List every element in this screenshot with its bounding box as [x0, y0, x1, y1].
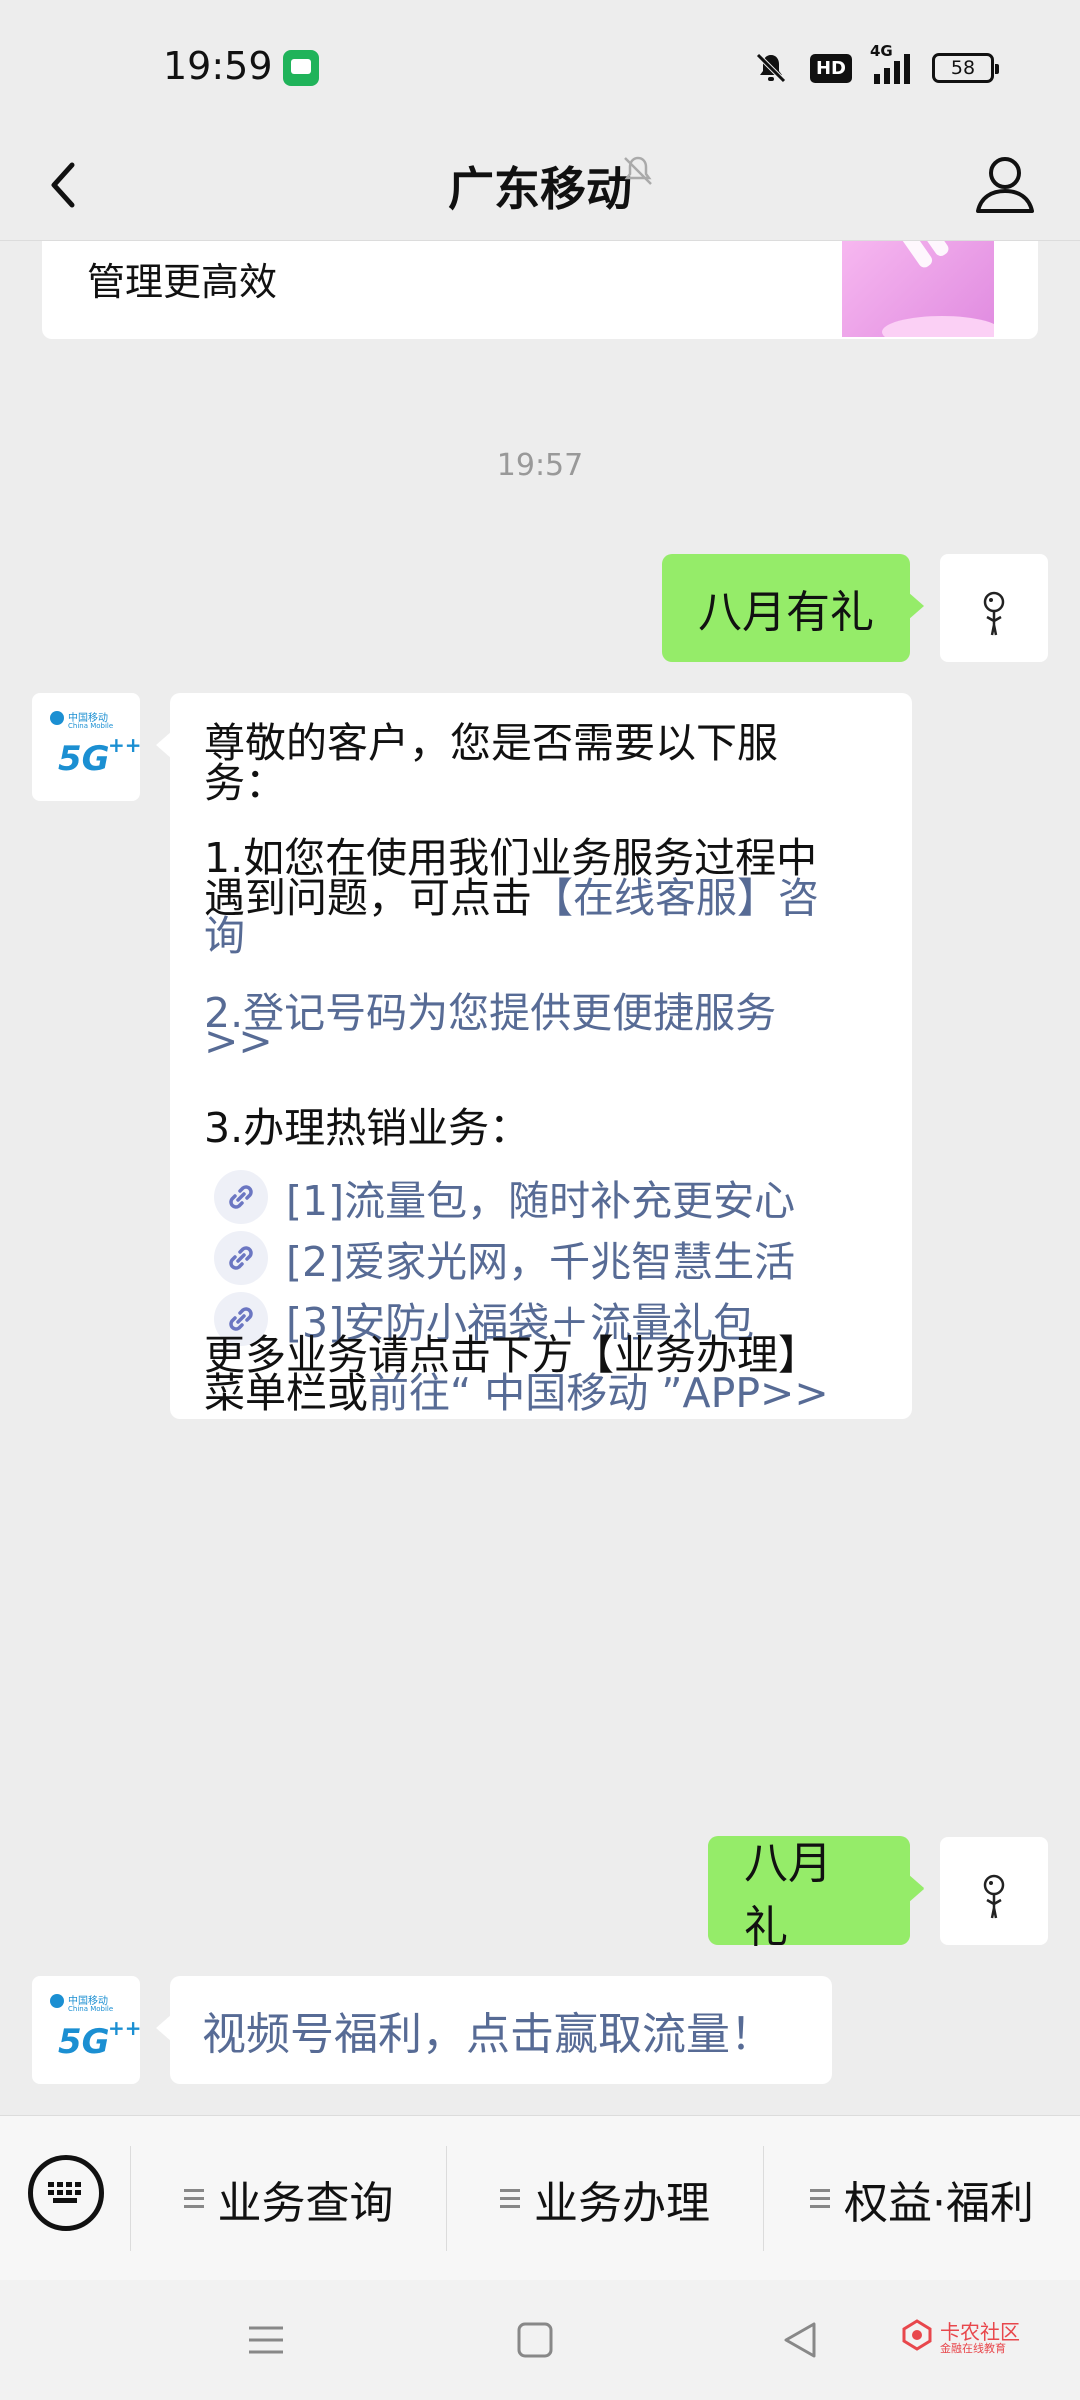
message-text: 菜单栏或	[204, 1369, 368, 1417]
person-icon	[976, 157, 1034, 213]
article-thumbnail	[842, 241, 994, 337]
message-notification-icon	[283, 50, 319, 86]
profile-button[interactable]	[970, 149, 1040, 219]
online-service-link[interactable]: 询	[204, 902, 245, 962]
china-mobile-5g-logo: 中国移动 China Mobile 5G ++	[32, 693, 142, 801]
menu-item-label: 业务查询	[217, 2177, 394, 2229]
message-line: 务：	[204, 759, 286, 807]
menu-lines-icon	[810, 2189, 830, 2208]
watermark-sub: 金融在线教育	[940, 2342, 1006, 2355]
recent-apps-button[interactable]	[246, 2320, 286, 2364]
keyboard-icon	[48, 2182, 81, 2203]
menu-item-label: 业务办理	[534, 2177, 710, 2229]
menu-item-business-query[interactable]: 业务查询	[131, 2116, 446, 2281]
sent-message-bubble[interactable]: 八月有礼	[662, 554, 924, 662]
cmcc-avatar[interactable]: 中国移动 China Mobile 5G ++	[32, 693, 142, 801]
register-number-link[interactable]: >>	[204, 1017, 273, 1065]
hd-voice-icon: HD	[809, 53, 852, 83]
message-text: 八月有礼	[698, 587, 874, 638]
keyboard-toggle-button[interactable]	[28, 2155, 104, 2231]
cmcc-avatar[interactable]: 中国移动 China Mobile 5G ++	[32, 1976, 142, 2084]
back-nav-button[interactable]	[780, 2320, 820, 2364]
chat-timestamp: 19:57	[496, 448, 584, 483]
article-card-text: 管理更高效	[87, 260, 278, 304]
received-message-bubble[interactable]: 尊敬的客户，您是否需要以下服 务： 1.如您在使用我们业务服务过程中 遇到问题，…	[156, 693, 912, 1419]
mute-notification-icon	[620, 153, 656, 193]
status-bar: 19:59 HD 4G 58	[0, 0, 1080, 135]
sent-message-bubble[interactable]: 八月礼	[708, 1837, 924, 1953]
online-service-link[interactable]: 【在线客服】咨	[532, 874, 819, 922]
system-nav-bar: 卡农社区 金融在线教育	[0, 2280, 1080, 2400]
message-line: 3.办理热销业务：	[204, 1104, 531, 1152]
miniprogram-link-text: [1]流量包，随时补充更安心	[286, 1177, 796, 1225]
network-type: 4G	[870, 42, 893, 60]
triangle-back-icon	[784, 2322, 816, 2358]
battery-level: 58	[950, 57, 976, 79]
menu-item-label: 权益·福利	[844, 2177, 1034, 2229]
battery-icon: 58	[932, 53, 999, 83]
previous-article-card[interactable]: 管理更高效	[42, 241, 1038, 339]
user-avatar[interactable]	[940, 554, 1048, 662]
china-mobile-5g-logo: 中国移动 China Mobile 5G ++	[32, 1976, 142, 2084]
message-text: 八月礼	[744, 1838, 832, 1953]
miniprogram-link-text: [2]爱家光网，千兆智慧生活	[286, 1238, 796, 1286]
message-line: 菜单栏或前往“ 中国移动 ”APP>>	[204, 1359, 829, 1419]
signal-icon: 4G	[870, 42, 910, 84]
menu-item-business-handling[interactable]: 业务办理	[447, 2116, 763, 2281]
video-benefit-link[interactable]: 视频号福利，点击赢取流量！	[202, 1998, 774, 2062]
link-icon	[214, 1231, 268, 1285]
menu-lines-icon	[500, 2189, 520, 2208]
home-button[interactable]	[515, 2320, 555, 2364]
user-avatar[interactable]	[940, 1837, 1048, 1945]
menu-bar: 业务查询 业务办理 权益·福利	[0, 2115, 1080, 2281]
link-icon	[214, 1170, 268, 1224]
message-text: 遇到问题，可点击	[204, 874, 532, 922]
square-icon	[517, 2322, 553, 2358]
register-number-link[interactable]: 2.登记号码为您提供更便捷服务	[204, 979, 776, 1039]
message-line: 遇到问题，可点击【在线客服】咨	[204, 864, 819, 924]
cartoon-avatar-icon	[983, 1874, 1005, 1919]
cartoon-avatar-icon	[983, 591, 1005, 636]
chat-area[interactable]: 管理更高效 19:57 八月有礼 中国移动 China Mobile 5G ++ 尊敬…	[0, 241, 1080, 2115]
menu-icon	[249, 2326, 283, 2354]
page-title: 广东移动	[448, 162, 632, 216]
status-time: 19:59	[163, 44, 273, 88]
message-line: 尊敬的客户，您是否需要以下服	[204, 719, 778, 767]
watermark-logo-icon	[902, 2319, 932, 2351]
miniprogram-link-1[interactable]: [1]流量包，随时补充更安心	[214, 1167, 795, 1227]
received-message-bubble[interactable]: 视频号福利，点击赢取流量！	[156, 1976, 832, 2084]
miniprogram-link-2[interactable]: [2]爱家光网，千兆智慧生活	[214, 1228, 795, 1288]
menu-lines-icon	[183, 2189, 204, 2208]
menu-item-benefits[interactable]: 权益·福利	[764, 2116, 1080, 2281]
status-icons: HD 4G 58	[754, 42, 999, 88]
open-app-link[interactable]: 前往“ 中国移动 ”APP>>	[368, 1369, 829, 1417]
bell-off-icon	[754, 51, 788, 85]
chat-header: 广东移动	[0, 135, 1080, 241]
